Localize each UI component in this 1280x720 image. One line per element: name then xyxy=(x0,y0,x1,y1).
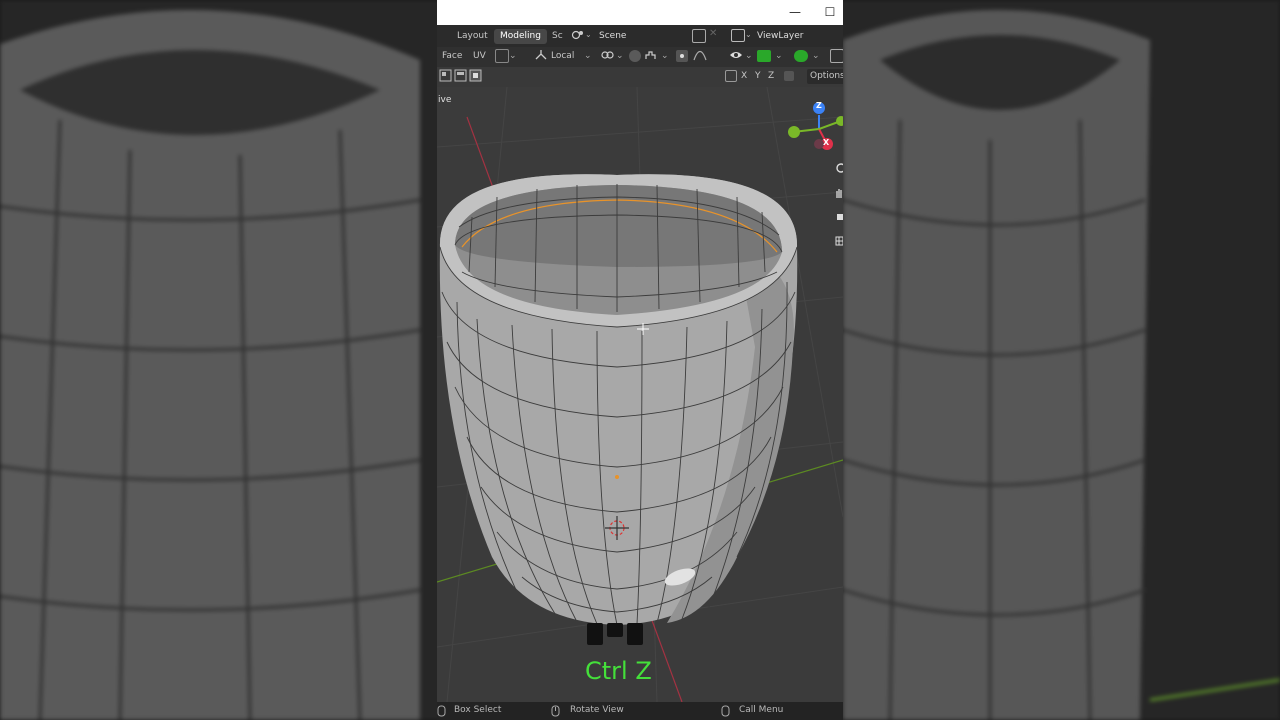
xray-toggle-icon[interactable] xyxy=(830,49,843,64)
mirror-x-toggle[interactable]: X xyxy=(741,69,747,84)
transform-orientation-icon[interactable] xyxy=(534,49,548,64)
view-layer-field[interactable]: ViewLayer xyxy=(757,28,803,44)
gizmo-x-label[interactable]: X xyxy=(823,138,829,147)
uv-menu[interactable]: UV xyxy=(473,49,486,64)
proportional-edit-icon[interactable] xyxy=(676,49,688,64)
maximize-button[interactable]: ☐ xyxy=(821,4,839,20)
scene-name-field[interactable]: Scene xyxy=(599,28,626,44)
chevron-down-icon: ⌄ xyxy=(509,51,517,61)
keyboard-overlay-icon xyxy=(585,623,647,647)
mouse-left-icon xyxy=(437,705,447,720)
chevron-down-icon: ⌄ xyxy=(812,51,820,61)
chevron-down-icon: ⌄ xyxy=(584,51,592,61)
zoom-icon[interactable] xyxy=(835,163,843,177)
chevron-down-icon: ⌄ xyxy=(585,30,592,39)
mirror-z-toggle[interactable]: Z xyxy=(768,69,774,84)
3d-viewport[interactable]: Z X ive Ctrl Z xyxy=(437,87,843,702)
pivot-icon[interactable] xyxy=(600,49,614,64)
tab-sculpting[interactable]: Sc xyxy=(546,29,569,44)
orientation-dropdown[interactable]: Local xyxy=(551,49,574,64)
status-box-select: Box Select xyxy=(454,705,502,715)
falloff-icon[interactable] xyxy=(693,49,707,64)
gizmo-toggle-icon[interactable] xyxy=(757,49,771,64)
visibility-eye-icon[interactable] xyxy=(729,49,743,64)
chevron-down-icon: ⌄ xyxy=(745,30,752,39)
blender-window: — ☐ Layout Modeling Sc ⌄ Scene ✕ ⌄ ViewL… xyxy=(437,0,843,720)
viewport-header: Face UV ⌄ Local ⌄ ⌄ ⌄ ⌄ ⌄ ⌄ xyxy=(437,47,843,67)
overlays-toggle-icon[interactable] xyxy=(794,49,808,64)
status-bar: Box Select Rotate View Call Menu xyxy=(437,702,843,720)
options-button[interactable]: Options xyxy=(807,69,843,84)
mouse-right-icon xyxy=(721,705,731,720)
new-scene-icon[interactable] xyxy=(692,29,706,43)
face-select-menu[interactable]: Face xyxy=(442,49,462,64)
chevron-down-icon: ⌄ xyxy=(661,51,669,61)
select-mode-icons[interactable] xyxy=(439,69,487,84)
status-call-menu: Call Menu xyxy=(739,705,784,715)
snap-target-icon[interactable] xyxy=(645,49,659,64)
mirror-icon[interactable] xyxy=(725,69,737,84)
gizmo-z-label[interactable]: Z xyxy=(816,101,822,110)
snap-icon[interactable] xyxy=(629,49,641,64)
view-mode-label: ive xyxy=(438,95,452,105)
key-overlay-text: Ctrl Z xyxy=(585,657,652,685)
workspace-bar: Layout Modeling Sc ⌄ Scene ✕ ⌄ ViewLayer xyxy=(437,25,843,47)
auto-merge-icon[interactable] xyxy=(784,69,794,84)
tool-settings-bar: X Y Z Options xyxy=(437,67,843,87)
window-titlebar: — ☐ xyxy=(437,0,843,25)
tab-layout[interactable]: Layout xyxy=(451,29,494,44)
grid-view-icon[interactable] xyxy=(835,235,843,249)
mirror-y-toggle[interactable]: Y xyxy=(755,69,761,84)
camera-icon[interactable] xyxy=(835,211,843,225)
object-type-icon[interactable] xyxy=(495,49,509,64)
pan-hand-icon[interactable] xyxy=(835,187,843,201)
mouse-middle-icon xyxy=(551,705,561,720)
view-layer-browse-icon[interactable] xyxy=(731,29,745,42)
minimize-button[interactable]: — xyxy=(786,4,804,20)
status-rotate-view: Rotate View xyxy=(570,705,624,715)
chevron-down-icon: ⌄ xyxy=(616,51,624,61)
chevron-down-icon: ⌄ xyxy=(775,51,783,61)
origin-point xyxy=(615,475,619,479)
scene-browse-icon[interactable] xyxy=(571,29,585,42)
chevron-down-icon: ⌄ xyxy=(745,51,753,61)
tab-modeling[interactable]: Modeling xyxy=(494,29,547,44)
close-icon[interactable]: ✕ xyxy=(709,28,717,39)
